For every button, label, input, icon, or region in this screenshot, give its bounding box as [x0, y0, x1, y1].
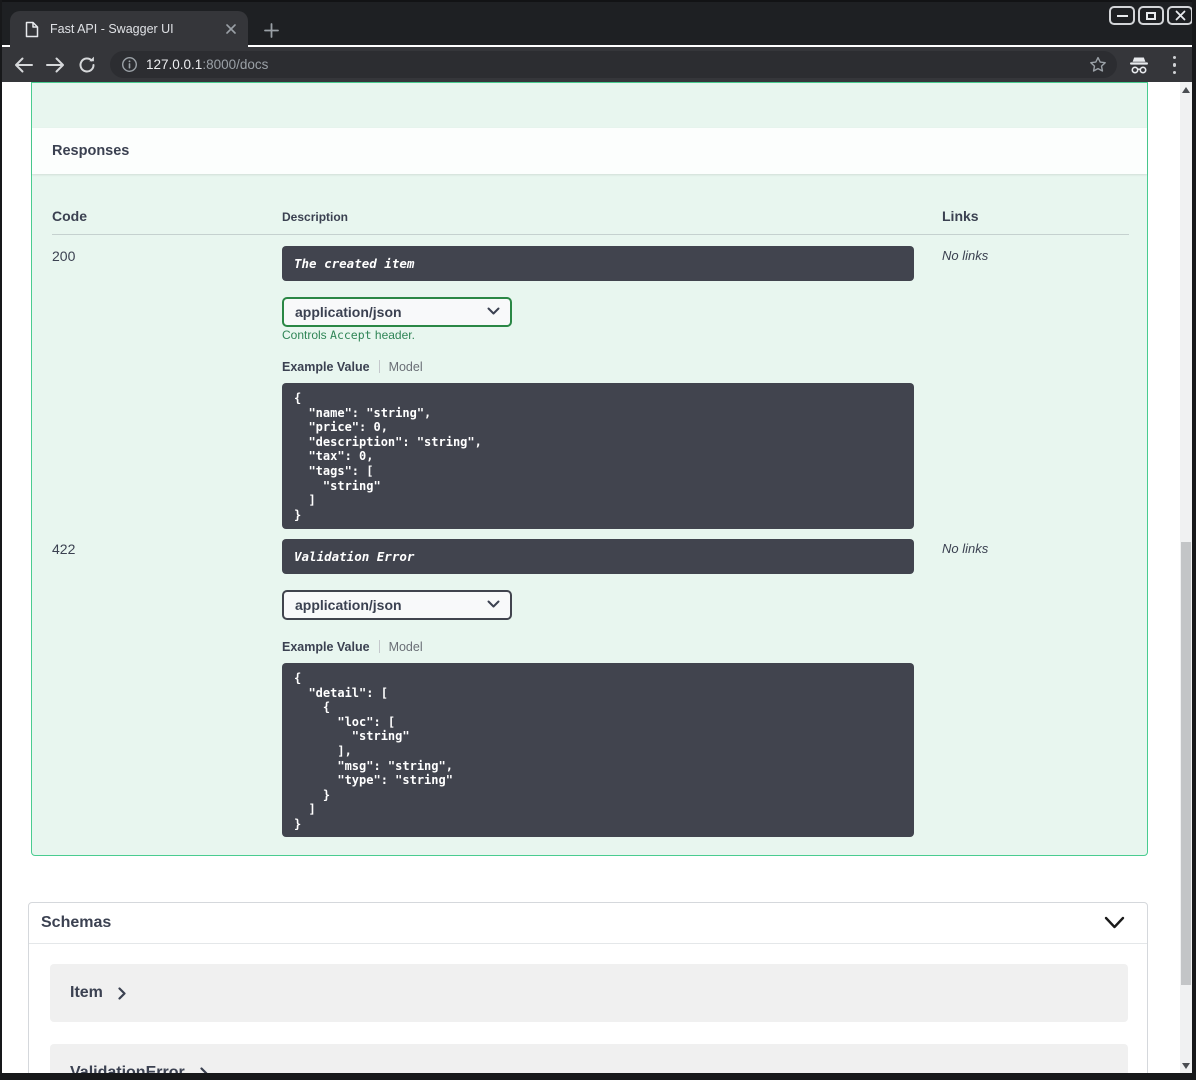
bookmark-star-icon[interactable] — [1089, 56, 1107, 73]
forward-button[interactable] — [42, 52, 68, 78]
chevron-right-icon — [118, 986, 127, 1000]
reload-button[interactable] — [74, 52, 100, 78]
window-controls — [1109, 6, 1193, 25]
example-json-code-200: { "name": "string", "price": 0, "descrip… — [294, 391, 482, 522]
response-description-422: Validation Error — [282, 539, 914, 574]
schemas-header[interactable]: Schemas — [29, 903, 1147, 944]
example-model-tabs-200: Example Value Model — [282, 359, 423, 374]
close-icon — [1175, 10, 1185, 21]
scroll-down-arrow[interactable] — [1182, 1063, 1190, 1069]
minimize-button[interactable] — [1109, 6, 1135, 25]
content-type-select-422[interactable]: application/json — [282, 590, 512, 620]
schema-card-item[interactable]: Item — [50, 964, 1128, 1022]
content-type-value-200: application/json — [295, 304, 402, 320]
schemas-section: Schemas Item ValidationError — [28, 902, 1148, 1080]
url-text: 127.0.0.1:8000/docs — [146, 57, 1089, 72]
maximize-button[interactable] — [1138, 6, 1164, 25]
accept-header-hint: Controls Accept header. — [282, 328, 415, 342]
tab-divider — [378, 360, 380, 373]
schema-name-item: Item — [70, 984, 103, 1001]
accept-hint-prefix: Controls — [282, 328, 331, 342]
opblock-responses-section: Responses Code Description Links 200 The… — [31, 82, 1148, 856]
window-border-left — [0, 0, 2, 1080]
close-button[interactable] — [1167, 6, 1193, 25]
browser-toolbar: 127.0.0.1:8000/docs — [0, 47, 1196, 82]
column-header-links: Links — [942, 208, 979, 224]
response-description-200: The created item — [282, 246, 914, 281]
column-header-description: Description — [282, 210, 349, 224]
reload-icon — [79, 56, 95, 73]
example-json-200: { "name": "string", "price": 0, "descrip… — [282, 383, 914, 529]
scroll-up-arrow[interactable] — [1182, 87, 1190, 93]
new-tab-button[interactable] — [258, 18, 284, 42]
example-json-code-422: { "detail": [ { "loc": [ "string" ], "ms… — [294, 671, 453, 831]
page-scrollbar[interactable] — [1180, 82, 1192, 1074]
tab-close-icon[interactable] — [222, 20, 240, 38]
browser-menu-button[interactable] — [1173, 56, 1177, 74]
url-path: :8000/docs — [202, 57, 269, 72]
content-type-select-200[interactable]: application/json — [282, 297, 512, 327]
back-icon — [14, 57, 33, 73]
chevron-down-icon — [487, 600, 500, 608]
chevron-down-icon[interactable] — [1104, 916, 1125, 930]
back-button[interactable] — [10, 52, 36, 78]
url-bar[interactable]: 127.0.0.1:8000/docs — [110, 51, 1117, 78]
browser-window: Fast API - Swagger UI 127.0.0.1:8000/doc… — [0, 0, 1196, 1080]
page-favicon-icon — [25, 21, 39, 38]
responses-header: Responses — [32, 128, 1147, 174]
content-type-value-422: application/json — [295, 597, 402, 613]
tab-bar: Fast API - Swagger UI — [0, 0, 1196, 47]
tab-title: Fast API - Swagger UI — [50, 22, 174, 36]
chevron-down-icon — [487, 307, 500, 315]
example-json-422: { "detail": [ { "loc": [ "string" ], "ms… — [282, 663, 914, 837]
accept-hint-suffix: header. — [371, 328, 415, 342]
links-cell-200: No links — [942, 248, 989, 263]
tab-example-value[interactable]: Example Value — [282, 640, 370, 654]
plus-icon — [263, 22, 279, 38]
schemas-title: Schemas — [41, 914, 112, 931]
swagger-page: Responses Code Description Links 200 The… — [0, 82, 1196, 1080]
tab-divider — [378, 640, 380, 653]
column-header-code: Code — [52, 208, 87, 224]
accept-hint-code: Accept — [330, 328, 372, 342]
table-header-divider — [52, 234, 1129, 235]
scrollbar-thumb[interactable] — [1181, 542, 1191, 985]
window-border-bottom — [0, 1073, 1196, 1080]
maximize-icon — [1146, 11, 1156, 20]
browser-tab[interactable]: Fast API - Swagger UI — [10, 11, 248, 47]
window-border-right — [1192, 0, 1196, 1080]
incognito-icon — [1126, 52, 1152, 78]
info-icon[interactable] — [121, 56, 138, 73]
links-cell-422: No links — [942, 541, 989, 556]
responses-title: Responses — [52, 143, 130, 159]
tab-example-value[interactable]: Example Value — [282, 360, 370, 374]
example-model-tabs-422: Example Value Model — [282, 639, 423, 654]
response-code-422: 422 — [52, 541, 76, 557]
url-host: 127.0.0.1 — [146, 57, 203, 72]
tab-model[interactable]: Model — [389, 640, 423, 654]
minimize-icon — [1116, 14, 1128, 17]
tab-model[interactable]: Model — [389, 360, 423, 374]
forward-icon — [45, 57, 64, 73]
response-code-200: 200 — [52, 248, 76, 264]
